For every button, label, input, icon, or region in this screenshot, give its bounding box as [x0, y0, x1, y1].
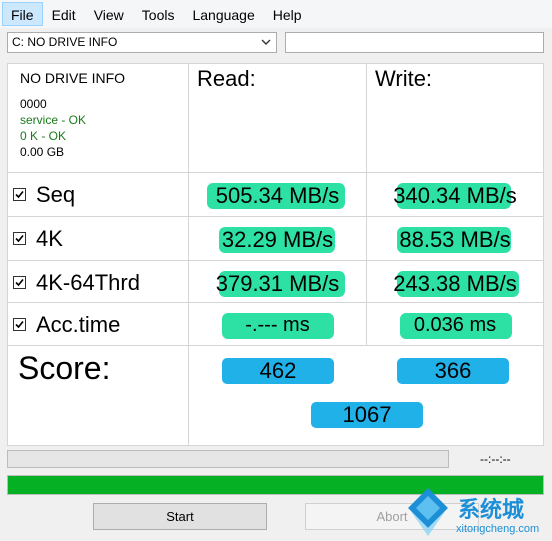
4k-checkbox[interactable]	[13, 232, 26, 245]
start-button[interactable]: Start	[93, 503, 267, 530]
row-acctime-label[interactable]: Acc.time	[7, 302, 189, 347]
4k-read-value: 32.29 MB/s	[221, 227, 334, 252]
score-panel: 462 366 1067	[188, 345, 544, 446]
4k64-write-cell: 243.38 MB/s	[366, 260, 544, 305]
menu-help[interactable]: Help	[264, 2, 311, 26]
row-4k-label[interactable]: 4K	[7, 216, 189, 261]
4k64-read-cell: 379.31 MB/s	[188, 260, 367, 305]
menu-view[interactable]: View	[85, 2, 133, 26]
4k64-label-text: 4K-64Thrd	[36, 269, 140, 295]
4k64-checkbox[interactable]	[13, 276, 26, 289]
drive-select[interactable]: C: NO DRIVE INFO	[7, 32, 277, 53]
menu-tools[interactable]: Tools	[133, 2, 184, 26]
acctime-checkbox[interactable]	[13, 318, 26, 331]
drive-size: 0.00 GB	[20, 145, 65, 159]
drive-info-panel: NO DRIVE INFO 0000 service - OK 0 K - OK…	[7, 63, 189, 173]
menu-language[interactable]: Language	[183, 2, 263, 26]
4k64-write-value: 243.38 MB/s	[393, 271, 517, 296]
score-write: 366	[397, 358, 509, 384]
acctime-label-text: Acc.time	[36, 311, 121, 337]
seq-read-value: 505.34 MB/s	[215, 183, 340, 208]
menu-bar: File Edit View Tools Language Help	[0, 0, 552, 28]
menu-edit[interactable]: Edit	[43, 2, 85, 26]
drive-service-status: service - OK	[20, 113, 87, 127]
score-read: 462	[222, 358, 334, 384]
row-4k64-label[interactable]: 4K-64Thrd	[7, 260, 189, 305]
write-header: Write:	[366, 63, 544, 173]
check-icon	[15, 320, 24, 329]
acctime-read-cell: -.--- ms	[188, 302, 367, 347]
elapsed-time: --:--:--	[480, 452, 511, 466]
check-icon	[15, 190, 24, 199]
score-label: Score:	[7, 345, 189, 446]
menu-file[interactable]: File	[2, 2, 43, 26]
read-header: Read:	[188, 63, 367, 173]
seq-checkbox[interactable]	[13, 188, 26, 201]
4k-label-text: 4K	[36, 225, 63, 251]
seq-write-cell: 340.34 MB/s	[366, 172, 544, 217]
drive-name: NO DRIVE INFO	[20, 70, 126, 86]
acctime-write-cell: 0.036 ms	[366, 302, 544, 347]
drive-alignment-status: 0 K - OK	[20, 129, 67, 143]
4k64-read-value: 379.31 MB/s	[215, 271, 340, 296]
drive-select-value: C: NO DRIVE INFO	[12, 35, 118, 49]
seq-write-value: 340.34 MB/s	[393, 183, 517, 208]
4k-read-cell: 32.29 MB/s	[188, 216, 367, 261]
acctime-read-value: -.--- ms	[245, 314, 310, 336]
results-grid: NO DRIVE INFO 0000 service - OK 0 K - OK…	[7, 63, 544, 446]
score-total: 1067	[311, 402, 423, 428]
drive-name-field[interactable]	[285, 32, 544, 53]
test-progress-bar	[7, 450, 449, 468]
chevron-down-icon	[261, 39, 271, 45]
watermark-text: 系统城	[458, 498, 525, 523]
watermark-url: xitongcheng.com	[456, 523, 540, 535]
4k-write-value: 88.53 MB/s	[399, 227, 511, 252]
acctime-write-value: 0.036 ms	[413, 314, 497, 336]
check-icon	[15, 234, 24, 243]
row-seq-label[interactable]: Seq	[7, 172, 189, 217]
seq-label-text: Seq	[36, 181, 76, 207]
4k-write-cell: 88.53 MB/s	[366, 216, 544, 261]
seq-read-cell: 505.34 MB/s	[188, 172, 367, 217]
drive-firmware: 0000	[20, 97, 47, 111]
check-icon	[15, 278, 24, 287]
